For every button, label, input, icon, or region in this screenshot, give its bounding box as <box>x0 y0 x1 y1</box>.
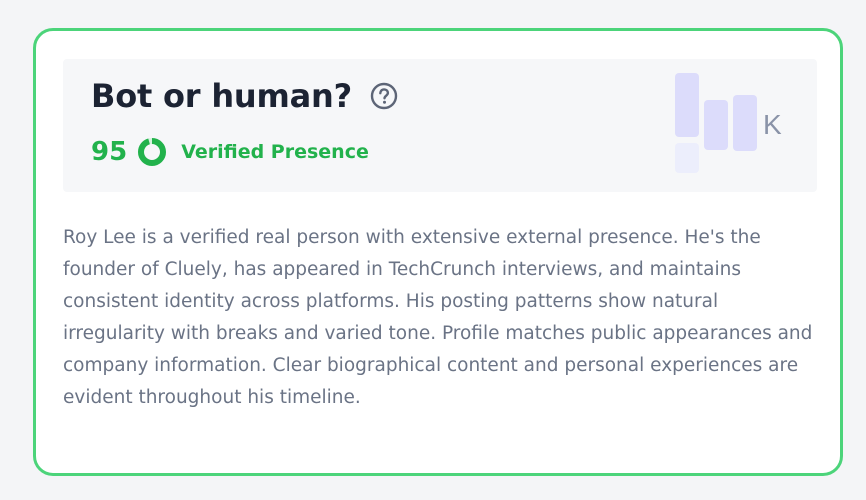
logo-letter: K <box>763 109 782 140</box>
score-label: Verified Presence <box>181 141 369 163</box>
summary-text: Roy Lee is a verified real person with e… <box>63 227 813 408</box>
progress-ring-icon <box>137 137 167 167</box>
question-circle-icon[interactable] <box>370 82 398 110</box>
bar-logo-icon: K <box>675 73 795 173</box>
card-title: Bot or human? <box>91 77 352 115</box>
card-header: Bot or human? 95 Verified Presence K <box>63 59 817 192</box>
bot-or-human-card: Bot or human? 95 Verified Presence K Roy… <box>33 28 843 476</box>
title-row: Bot or human? <box>91 77 398 115</box>
score-value: 95 <box>91 137 128 167</box>
score-row: 95 Verified Presence <box>91 137 369 167</box>
